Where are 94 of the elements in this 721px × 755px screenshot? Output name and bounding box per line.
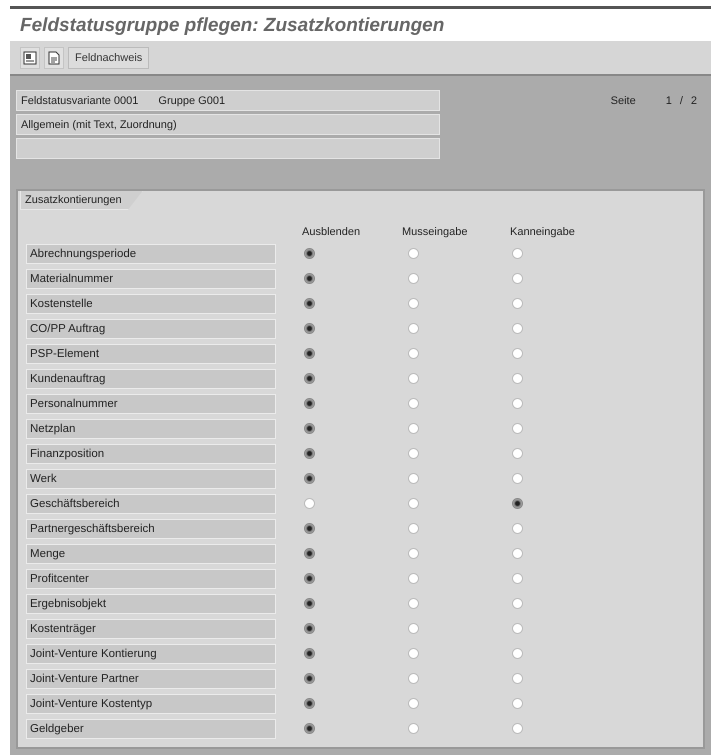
page-total: 2 xyxy=(690,95,697,107)
radio-button[interactable] xyxy=(304,523,315,534)
radio-button[interactable] xyxy=(512,723,523,734)
radio-button[interactable] xyxy=(304,698,315,709)
group-tab[interactable]: Zusatzkontierungen xyxy=(20,191,143,210)
radio-button[interactable] xyxy=(304,248,315,259)
radio-button[interactable] xyxy=(304,323,315,334)
radio-button[interactable] xyxy=(512,648,523,659)
radio-button[interactable] xyxy=(512,298,523,309)
radio-button[interactable] xyxy=(408,248,419,259)
radio-button[interactable] xyxy=(408,523,419,534)
radio-button[interactable] xyxy=(304,673,315,684)
radio-button[interactable] xyxy=(512,248,523,259)
page-label: Seite xyxy=(610,95,636,107)
radio-button[interactable] xyxy=(408,598,419,609)
field-label: Kostenstelle xyxy=(26,294,276,314)
radio-button[interactable] xyxy=(304,623,315,634)
field-label: CO/PP Auftrag xyxy=(26,318,276,338)
page-icon[interactable] xyxy=(44,46,64,69)
radio-button[interactable] xyxy=(408,648,419,659)
field-label: PSP-Element xyxy=(26,344,276,364)
radio-button[interactable] xyxy=(512,698,523,709)
radio-button[interactable] xyxy=(408,498,419,509)
field-label: Partnergeschäftsbereich xyxy=(26,518,276,538)
radio-button[interactable] xyxy=(304,373,315,384)
radio-button[interactable] xyxy=(304,448,315,459)
radio-button[interactable] xyxy=(512,273,523,284)
document-icon[interactable] xyxy=(20,46,40,69)
radio-button[interactable] xyxy=(408,573,419,584)
radio-button[interactable] xyxy=(512,373,523,384)
radio-button[interactable] xyxy=(408,273,419,284)
radio-button[interactable] xyxy=(304,298,315,309)
info-field: Feldstatusvariante 0001 Gruppe G001 xyxy=(16,90,440,111)
radio-button[interactable] xyxy=(304,348,315,359)
radio-button[interactable] xyxy=(408,398,419,409)
field-label: Kostenträger xyxy=(26,618,276,638)
radio-button[interactable] xyxy=(304,473,315,484)
window-title: Feldstatusgruppe pflegen: Zusatzkontierungen xyxy=(19,14,444,38)
radio-button[interactable] xyxy=(512,548,523,559)
page-number: 1 xyxy=(666,95,672,107)
radio-button[interactable] xyxy=(408,373,419,384)
radio-button[interactable] xyxy=(304,423,315,434)
radio-button[interactable] xyxy=(408,473,419,484)
radio-button[interactable] xyxy=(512,448,523,459)
radio-button[interactable] xyxy=(512,498,523,509)
radio-button[interactable] xyxy=(408,423,419,434)
radio-button[interactable] xyxy=(304,273,315,284)
column-header: Kanneingabe xyxy=(510,226,575,238)
radio-button[interactable] xyxy=(408,448,419,459)
radio-button[interactable] xyxy=(408,348,419,359)
radio-button[interactable] xyxy=(512,598,523,609)
field-label: Profitcenter xyxy=(26,568,276,588)
radio-button[interactable] xyxy=(304,498,315,509)
field-label: Finanzposition xyxy=(26,444,276,464)
radio-button[interactable] xyxy=(304,648,315,659)
radio-button[interactable] xyxy=(512,323,523,334)
radio-button[interactable] xyxy=(304,723,315,734)
radio-button[interactable] xyxy=(304,573,315,584)
field-label: Werk xyxy=(26,468,276,488)
field-label: Personalnummer xyxy=(26,394,276,414)
feldnachweis-button[interactable]: Feldnachweis xyxy=(68,46,150,69)
field-label: Joint-Venture Kontierung xyxy=(26,644,276,664)
info-field: Allgemein (mit Text, Zuordnung) xyxy=(16,114,440,135)
radio-button[interactable] xyxy=(408,673,419,684)
radio-button[interactable] xyxy=(408,323,419,334)
radio-button[interactable] xyxy=(304,398,315,409)
radio-button[interactable] xyxy=(304,548,315,559)
field-label: Ergebnisobjekt xyxy=(26,594,276,614)
field-label: Geschäftsbereich xyxy=(26,494,276,514)
column-header: Ausblenden xyxy=(302,226,362,238)
radio-button[interactable] xyxy=(304,598,315,609)
field-label: Netzplan xyxy=(26,418,276,438)
radio-button[interactable] xyxy=(512,623,523,634)
field-label: Joint-Venture Partner xyxy=(26,668,276,688)
radio-button[interactable] xyxy=(408,623,419,634)
column-header: Musseingabe xyxy=(402,226,468,238)
radio-button[interactable] xyxy=(512,523,523,534)
radio-button[interactable] xyxy=(408,723,419,734)
field-label: Joint-Venture Kostentyp xyxy=(26,694,276,714)
radio-button[interactable] xyxy=(408,698,419,709)
radio-button[interactable] xyxy=(512,398,523,409)
radio-button[interactable] xyxy=(512,573,523,584)
field-label: Materialnummer xyxy=(26,268,276,288)
radio-button[interactable] xyxy=(512,473,523,484)
radio-button[interactable] xyxy=(512,348,523,359)
field-label: Geldgeber xyxy=(26,718,276,738)
field-label: Kundenauftrag xyxy=(26,368,276,388)
field-label: Abrechnungsperiode xyxy=(26,244,276,264)
radio-button[interactable] xyxy=(408,298,419,309)
radio-button[interactable] xyxy=(408,548,419,559)
radio-button[interactable] xyxy=(512,673,523,684)
page-separator: / xyxy=(680,95,683,107)
radio-button[interactable] xyxy=(512,423,523,434)
field-label: Menge xyxy=(26,544,276,564)
